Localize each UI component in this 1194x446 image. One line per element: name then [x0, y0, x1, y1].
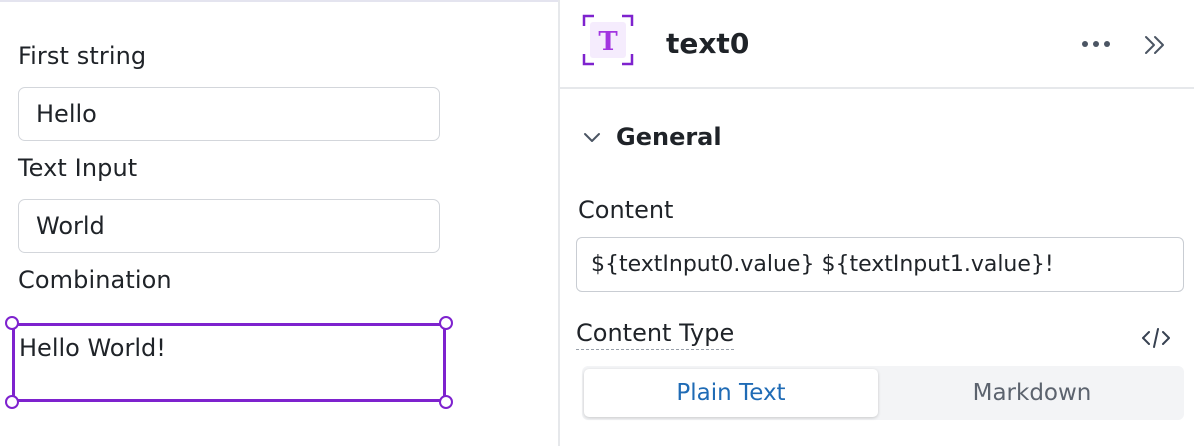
text-component-letter: T [598, 27, 618, 57]
content-value: ${textInput0.value} ${textInput1.value}! [591, 252, 1054, 277]
collapse-panel-icon[interactable] [1142, 32, 1168, 58]
combination-text: Hello World! [19, 334, 166, 362]
more-horizontal-icon[interactable] [1080, 36, 1112, 52]
resize-handle-top-left[interactable] [5, 316, 19, 330]
canvas-top-border [0, 0, 558, 2]
resize-handle-bottom-right[interactable] [439, 395, 453, 409]
segment-plain-text[interactable]: Plain Text [584, 369, 878, 417]
first-string-label: First string [18, 42, 147, 70]
chevron-down-icon[interactable] [582, 128, 602, 148]
segment-markdown[interactable]: Markdown [882, 369, 1182, 417]
first-string-input[interactable]: Hello [18, 87, 440, 141]
text-input-value: World [36, 212, 105, 240]
text-input-label: Text Input [18, 154, 138, 182]
code-icon[interactable] [1140, 326, 1172, 350]
content-type-segmented-control: Plain Text Markdown [582, 366, 1184, 420]
component-name[interactable]: text0 [666, 27, 749, 60]
app-canvas: First string Hello Text Input World Comb… [0, 0, 558, 446]
combination-label: Combination [18, 266, 172, 294]
inspector-panel: T text0 General Content ${textInput0.val… [560, 0, 1194, 446]
content-type-label: Content Type [576, 319, 735, 350]
resize-handle-bottom-left[interactable] [5, 395, 19, 409]
section-title-general[interactable]: General [616, 123, 722, 151]
inspector-header: T text0 [560, 0, 1194, 89]
first-string-value: Hello [36, 100, 97, 128]
content-label: Content [578, 196, 674, 224]
text-component-icon: T [582, 14, 634, 66]
text-input-field[interactable]: World [18, 199, 440, 253]
resize-handle-top-right[interactable] [439, 316, 453, 330]
selected-text-component[interactable]: Hello World! [12, 323, 446, 402]
content-input[interactable]: ${textInput0.value} ${textInput1.value}! [576, 237, 1184, 292]
